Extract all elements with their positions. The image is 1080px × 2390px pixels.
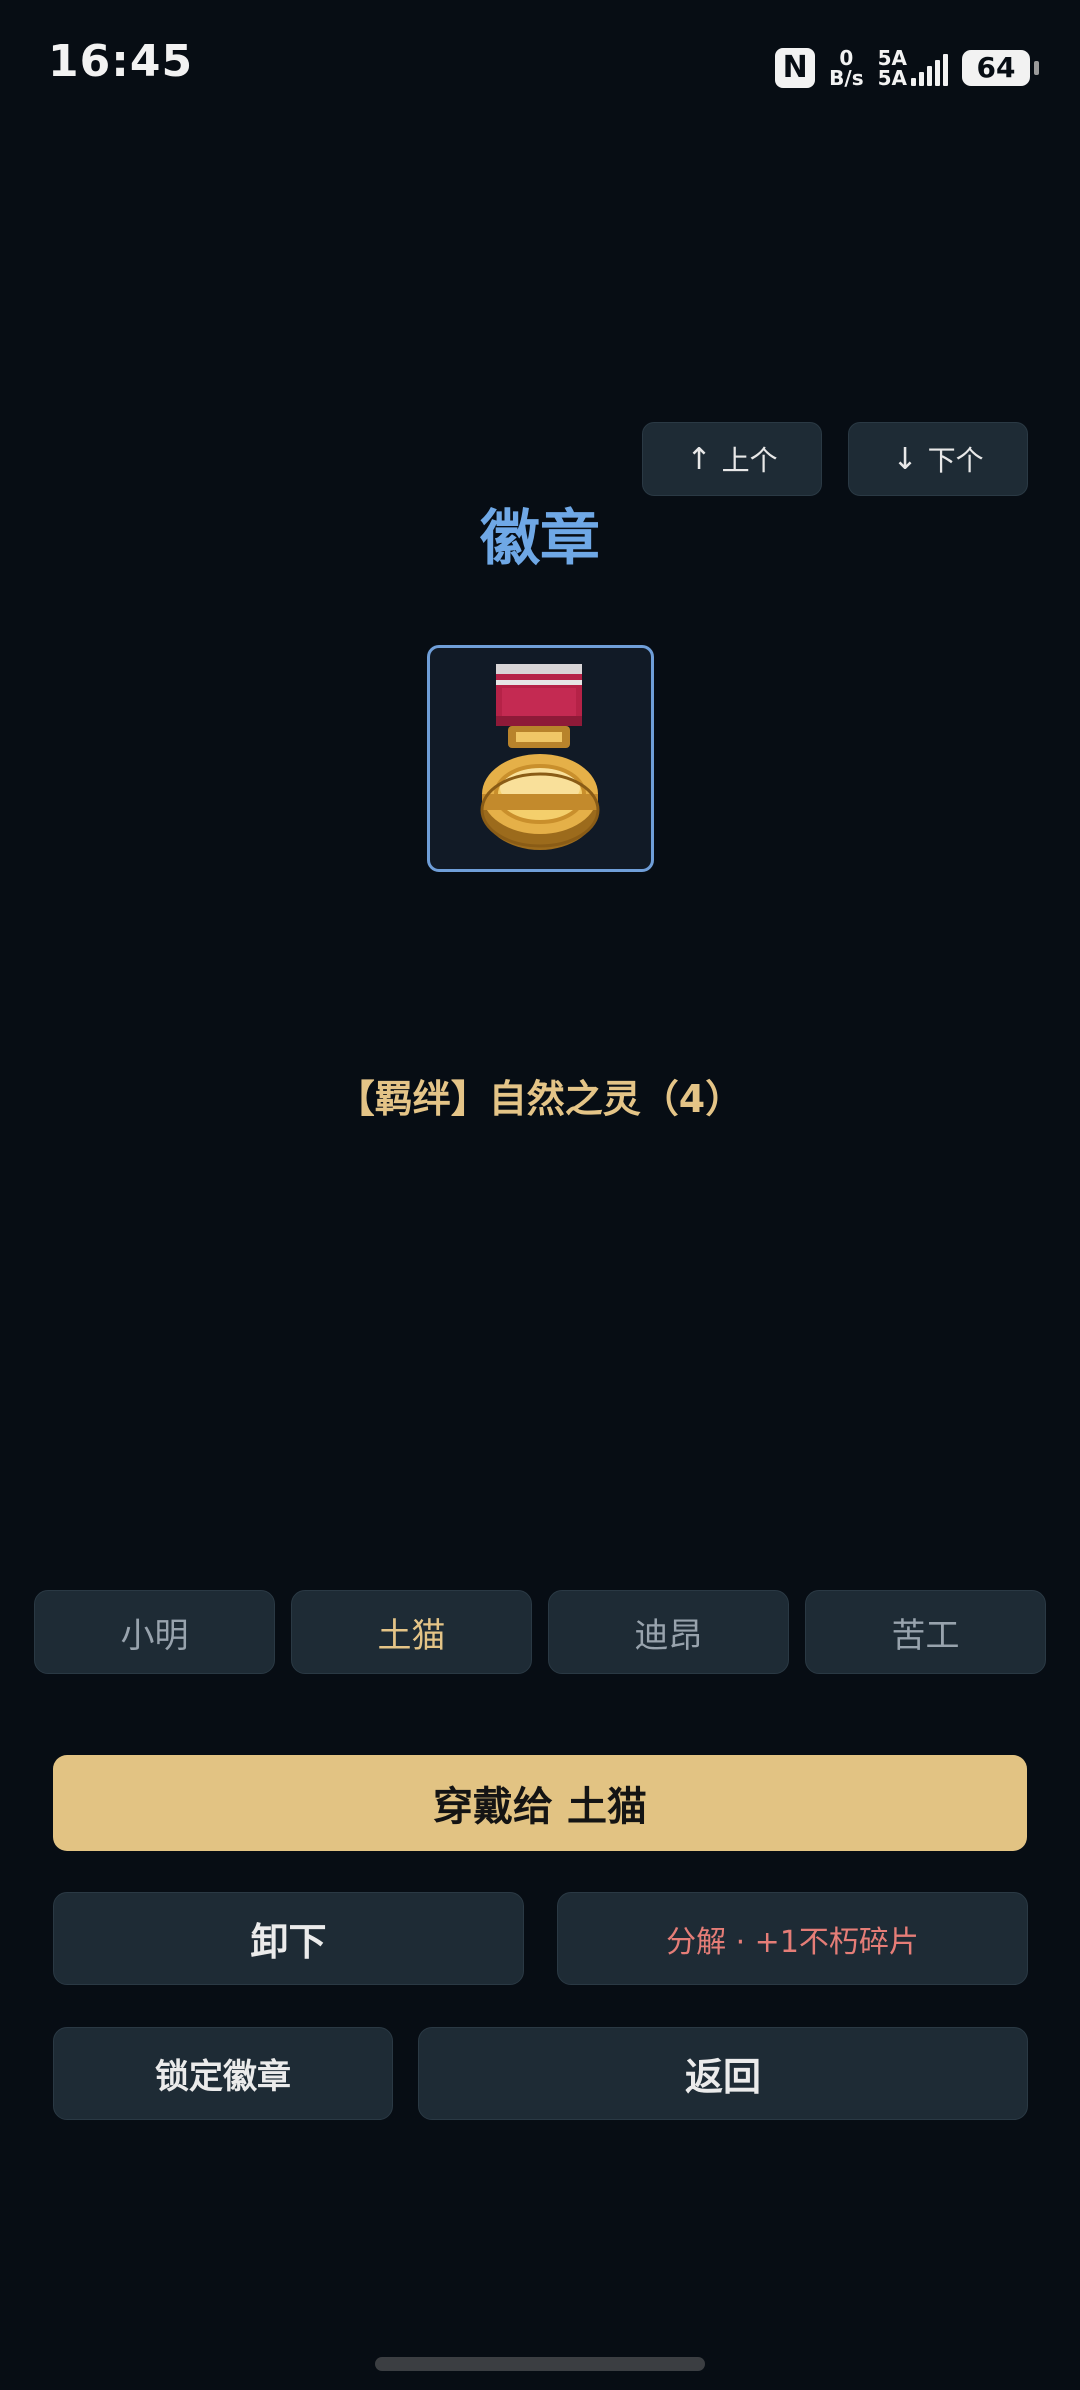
character-tabs: 小明 土猫 迪昂 苦工 — [34, 1590, 1046, 1674]
character-tab-tumao[interactable]: 土猫 — [291, 1590, 532, 1674]
page-title: 徽章 — [480, 504, 600, 574]
status-time: 16:45 — [48, 36, 194, 87]
sim1-label: 5A — [877, 46, 907, 70]
signal-bars-icon — [911, 50, 948, 86]
sim2-label: 5A — [877, 66, 907, 90]
next-label: 下个 — [927, 444, 984, 477]
status-icons: N 0 B/s 5A 5A 64 — [775, 42, 1039, 94]
nfc-icon: N — [775, 48, 816, 88]
character-tab-diang[interactable]: 迪昂 — [548, 1590, 789, 1674]
bond-text: 【羁绊】自然之灵（4） — [336, 1077, 744, 1121]
arrow-up-icon: ↑ — [686, 441, 712, 477]
unequip-button[interactable]: 卸下 — [53, 1892, 524, 1985]
character-tab-kugong[interactable]: 苦工 — [805, 1590, 1046, 1674]
back-button[interactable]: 返回 — [418, 2027, 1028, 2120]
network-speed: 0 B/s — [829, 48, 863, 88]
sim-labels: 5A 5A — [878, 48, 907, 88]
character-tab-xiaoming[interactable]: 小明 — [34, 1590, 275, 1674]
home-indicator[interactable] — [375, 2357, 705, 2371]
arrow-down-icon: ↓ — [892, 441, 918, 477]
battery-icon: 64 — [962, 50, 1039, 86]
lock-badge-button[interactable]: 锁定徽章 — [53, 2027, 393, 2120]
gold-medal-icon — [480, 664, 600, 850]
signal-indicator: 5A 5A — [878, 48, 948, 88]
decompose-button[interactable]: 分解 · +1不朽碎片 — [557, 1892, 1028, 1985]
next-button[interactable]: ↓ 下个 — [848, 422, 1028, 496]
badge-detail-screen: 16:45 N 0 B/s 5A 5A 64 ↑ 上个 ↓ 下个 徽章 【羁绊】… — [0, 0, 1080, 2390]
network-speed-unit: B/s — [829, 66, 864, 90]
network-speed-value: 0 — [839, 46, 854, 70]
equip-button[interactable]: 穿戴给 土猫 — [53, 1755, 1027, 1851]
badge-image-frame — [427, 645, 654, 872]
prev-label: 上个 — [721, 444, 778, 477]
prev-button[interactable]: ↑ 上个 — [642, 422, 822, 496]
